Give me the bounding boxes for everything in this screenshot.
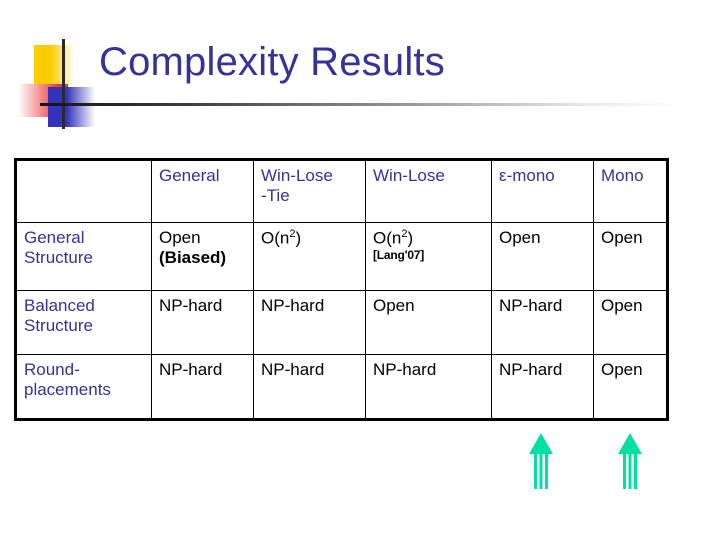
up-arrow-icon-epsilon-mono xyxy=(529,433,553,489)
logo-vertical-line xyxy=(62,39,65,129)
row-label-balanced-structure: Balanced Structure xyxy=(15,290,152,355)
logo-blue-square xyxy=(48,87,95,127)
header-win-lose-tie-line2: -Tie xyxy=(261,185,290,205)
table-row: General Structure Open (Biased) O(n2) O(… xyxy=(15,222,668,291)
cell-value: O(n xyxy=(261,228,290,248)
cell-general-structure-mono: Open xyxy=(593,222,668,291)
up-arrow-icon-mono xyxy=(618,433,642,489)
row-label-line2: Structure xyxy=(24,247,93,267)
cell-balanced-structure-general: NP-hard xyxy=(151,290,254,355)
header-mono: Mono xyxy=(593,159,668,223)
cell-balanced-structure-win-lose: Open xyxy=(365,290,492,355)
table-row: Balanced Structure NP-hard NP-hard Open … xyxy=(15,290,668,355)
cell-value: Open xyxy=(159,228,201,247)
header-corner-empty xyxy=(15,159,152,223)
cell-round-placements-win-lose: NP-hard xyxy=(365,354,492,420)
header-epsilon-mono-label: ε-mono xyxy=(499,166,555,185)
header-win-lose-tie: Win-Lose -Tie xyxy=(253,159,366,223)
cell-value: NP-hard xyxy=(159,296,223,315)
header-win-lose-tie-line1: Win-Lose xyxy=(261,166,333,185)
cell-value: Open xyxy=(601,228,643,247)
header-epsilon-mono: ε-mono xyxy=(491,159,594,223)
cell-value-suffix: ) xyxy=(295,228,302,248)
cell-value: NP-hard xyxy=(499,360,563,379)
header-general-label: General xyxy=(159,166,220,185)
cell-round-placements-general: NP-hard xyxy=(151,354,254,420)
row-label-round-placements: Round- placements xyxy=(15,354,152,420)
header-win-lose: Win-Lose xyxy=(365,159,492,223)
cell-value: NP-hard xyxy=(499,296,563,315)
row-label-general-structure: General Structure xyxy=(15,222,152,291)
header-mono-label: Mono xyxy=(601,166,644,185)
cell-value: Open xyxy=(601,360,643,379)
cell-balanced-structure-mono: Open xyxy=(593,290,668,355)
cell-value: Open xyxy=(373,296,415,315)
cell-value: Open xyxy=(601,296,643,315)
title-banner: Complexity Results xyxy=(0,0,720,150)
cell-value: NP-hard xyxy=(159,360,223,379)
cell-general-structure-general: Open (Biased) xyxy=(151,222,254,291)
cell-value: O(n xyxy=(373,228,402,248)
cell-citation: [Lang'07] xyxy=(373,248,425,263)
cell-general-structure-win-lose: O(n2) [Lang'07] xyxy=(365,222,492,291)
cell-round-placements-mono: Open xyxy=(593,354,668,420)
table-header-row: General Win-Lose -Tie Win-Lose ε-mono Mo… xyxy=(15,159,668,223)
cell-balanced-structure-win-lose-tie: NP-hard xyxy=(253,290,366,355)
cell-balanced-structure-epsilon-mono: NP-hard xyxy=(491,290,594,355)
cell-value-suffix: ) xyxy=(407,228,414,248)
cell-value: NP-hard xyxy=(373,360,437,379)
row-label-line1: General xyxy=(24,228,85,247)
cell-round-placements-epsilon-mono: NP-hard xyxy=(491,354,594,420)
cell-general-structure-epsilon-mono: Open xyxy=(491,222,594,291)
row-label-line2: Structure xyxy=(24,315,93,335)
logo-yellow-square xyxy=(34,45,74,87)
cell-value: Open xyxy=(499,228,541,247)
header-general: General xyxy=(151,159,254,223)
row-label-line1: Round- xyxy=(24,360,80,379)
page-title: Complexity Results xyxy=(99,40,445,84)
cell-value: NP-hard xyxy=(261,360,325,379)
row-label-line1: Balanced xyxy=(24,296,95,315)
title-underline-rule xyxy=(40,103,680,106)
cell-value: NP-hard xyxy=(261,296,325,315)
row-label-line2: placements xyxy=(24,379,111,399)
table-row: Round- placements NP-hard NP-hard NP-har… xyxy=(15,354,668,420)
cell-value-secondary: (Biased) xyxy=(159,247,227,267)
complexity-results-table: General Win-Lose -Tie Win-Lose ε-mono Mo… xyxy=(14,158,669,421)
header-win-lose-label: Win-Lose xyxy=(373,166,445,185)
cell-round-placements-win-lose-tie: NP-hard xyxy=(253,354,366,420)
cell-general-structure-win-lose-tie: O(n2) xyxy=(253,222,366,291)
